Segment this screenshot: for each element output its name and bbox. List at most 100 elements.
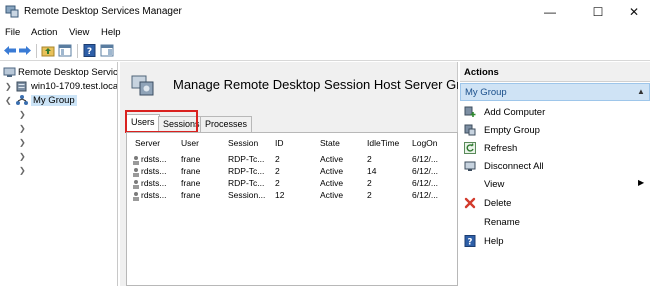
cell-user: frane [181,178,201,188]
tree-item-label: win10-1709.test.local [31,81,118,92]
back-icon[interactable] [3,44,17,57]
action-delete[interactable]: Delete [460,194,650,212]
table-row[interactable]: rdsts... frane RDP-Tc... 2 Active 14 6/1… [127,166,457,178]
cell-idletime: 2 [367,190,372,200]
chevron-right-icon[interactable]: ❯ [19,110,26,119]
title-bar: Remote Desktop Services Manager — ☐ ✕ [0,0,650,24]
menu-file[interactable]: File [5,27,20,38]
svg-text:?: ? [468,238,473,248]
computer-icon [3,67,16,77]
column-header-server[interactable]: Server [135,138,160,148]
action-label: Add Computer [484,107,546,118]
cell-session: RDP-Tc... [228,178,265,188]
actions-pane: Actions My Group ▲ Add Computer Empty Gr… [460,62,650,286]
forward-icon[interactable] [18,44,32,57]
cell-state: Active [320,154,344,164]
submenu-arrow-icon: ▶ [638,178,645,187]
refresh-icon [464,142,476,154]
empty-group-icon [464,124,476,136]
chevron-right-icon[interactable]: ❯ [5,82,12,91]
table-row[interactable]: rdsts... frane Session... 12 Active 2 6/… [127,190,457,202]
cell-id: 2 [275,166,280,176]
action-help[interactable]: ? Help [460,232,650,250]
action-label: Rename [484,217,520,228]
action-refresh[interactable]: Refresh [460,139,650,157]
users-list[interactable]: Server User Session ID State IdleTime Lo… [126,132,458,286]
chevron-right-icon[interactable]: ❯ [19,138,26,147]
app-icon [5,5,19,18]
action-disconnect-all[interactable]: Disconnect All [460,157,650,175]
show-hide-tree-icon[interactable] [58,44,72,57]
add-computer-icon [464,106,476,117]
column-header-logon[interactable]: LogOn [412,138,438,148]
user-icon [133,156,139,165]
toolbar: ? [0,41,650,61]
close-button[interactable]: ✕ [614,0,650,24]
cell-server: rdsts... [141,154,167,164]
menu-bar: File Action View Help [0,24,650,41]
minimize-button[interactable]: — [530,0,570,24]
column-header-session[interactable]: Session [228,138,258,148]
cell-idletime: 2 [367,178,372,188]
action-rename[interactable]: Rename [460,213,650,231]
action-add-computer[interactable]: Add Computer [460,103,650,121]
action-empty-group[interactable]: Empty Group [460,121,650,139]
list-header: Server User Session ID State IdleTime Lo… [127,133,457,149]
action-label: Delete [484,198,512,209]
results-pane: Manage Remote Desktop Session Host Serve… [120,62,458,286]
cell-idletime: 14 [367,166,377,176]
actions-group-label: My Group [465,87,507,98]
chevron-right-icon[interactable]: ❯ [19,124,26,133]
cell-logon: 6/12/... [412,190,438,200]
actions-header: Actions [460,62,650,82]
action-label: Refresh [484,143,518,154]
column-header-idletime[interactable]: IdleTime [367,138,399,148]
delete-icon [464,197,476,209]
help-icon[interactable]: ? [83,44,97,57]
chevron-down-icon[interactable]: ❮ [5,96,12,105]
cell-idletime: 2 [367,154,372,164]
action-label: Help [484,236,504,247]
action-view[interactable]: View ▶ [460,175,650,193]
menu-help[interactable]: Help [101,27,121,38]
tab-processes[interactable]: Processes [200,116,253,132]
properties-icon[interactable] [100,44,114,57]
page-title: Manage Remote Desktop Session Host Serve… [173,77,458,92]
help-icon: ? [464,235,476,247]
svg-text:?: ? [87,47,92,57]
server-icon [16,81,27,92]
cell-id: 2 [275,154,280,164]
cell-state: Active [320,178,344,188]
chevron-right-icon[interactable]: ❯ [19,166,26,175]
collapse-icon[interactable]: ▲ [637,87,645,96]
maximize-button[interactable]: ☐ [578,0,618,24]
actions-title: Actions [464,67,499,78]
window-title: Remote Desktop Services Manager [24,6,182,17]
table-row[interactable]: rdsts... frane RDP-Tc... 2 Active 2 6/12… [127,154,457,166]
column-header-user[interactable]: User [181,138,199,148]
column-header-id[interactable]: ID [275,138,284,148]
cell-user: frane [181,190,201,200]
cell-state: Active [320,166,344,176]
table-row[interactable]: rdsts... frane RDP-Tc... 2 Active 2 6/12… [127,178,457,190]
cell-session: Session... [228,190,266,200]
console-tree: Remote Desktop Services Manager ❯ win10-… [0,62,118,286]
action-label: Disconnect All [484,161,544,172]
action-label: View [484,179,505,190]
column-header-state[interactable]: State [320,138,340,148]
cell-session: RDP-Tc... [228,154,265,164]
action-label: Empty Group [484,125,540,136]
toolbar-separator [36,44,37,58]
user-icon [133,168,139,177]
cell-id: 2 [275,178,280,188]
up-folder-icon[interactable] [41,44,55,57]
user-icon [133,192,139,201]
menu-action[interactable]: Action [31,27,57,38]
cell-id: 12 [275,190,285,200]
actions-group-header[interactable]: My Group ▲ [460,83,650,101]
user-icon [133,180,139,189]
chevron-right-icon[interactable]: ❯ [19,152,26,161]
cell-logon: 6/12/... [412,166,438,176]
cell-server: rdsts... [141,178,167,188]
menu-view[interactable]: View [69,27,89,38]
